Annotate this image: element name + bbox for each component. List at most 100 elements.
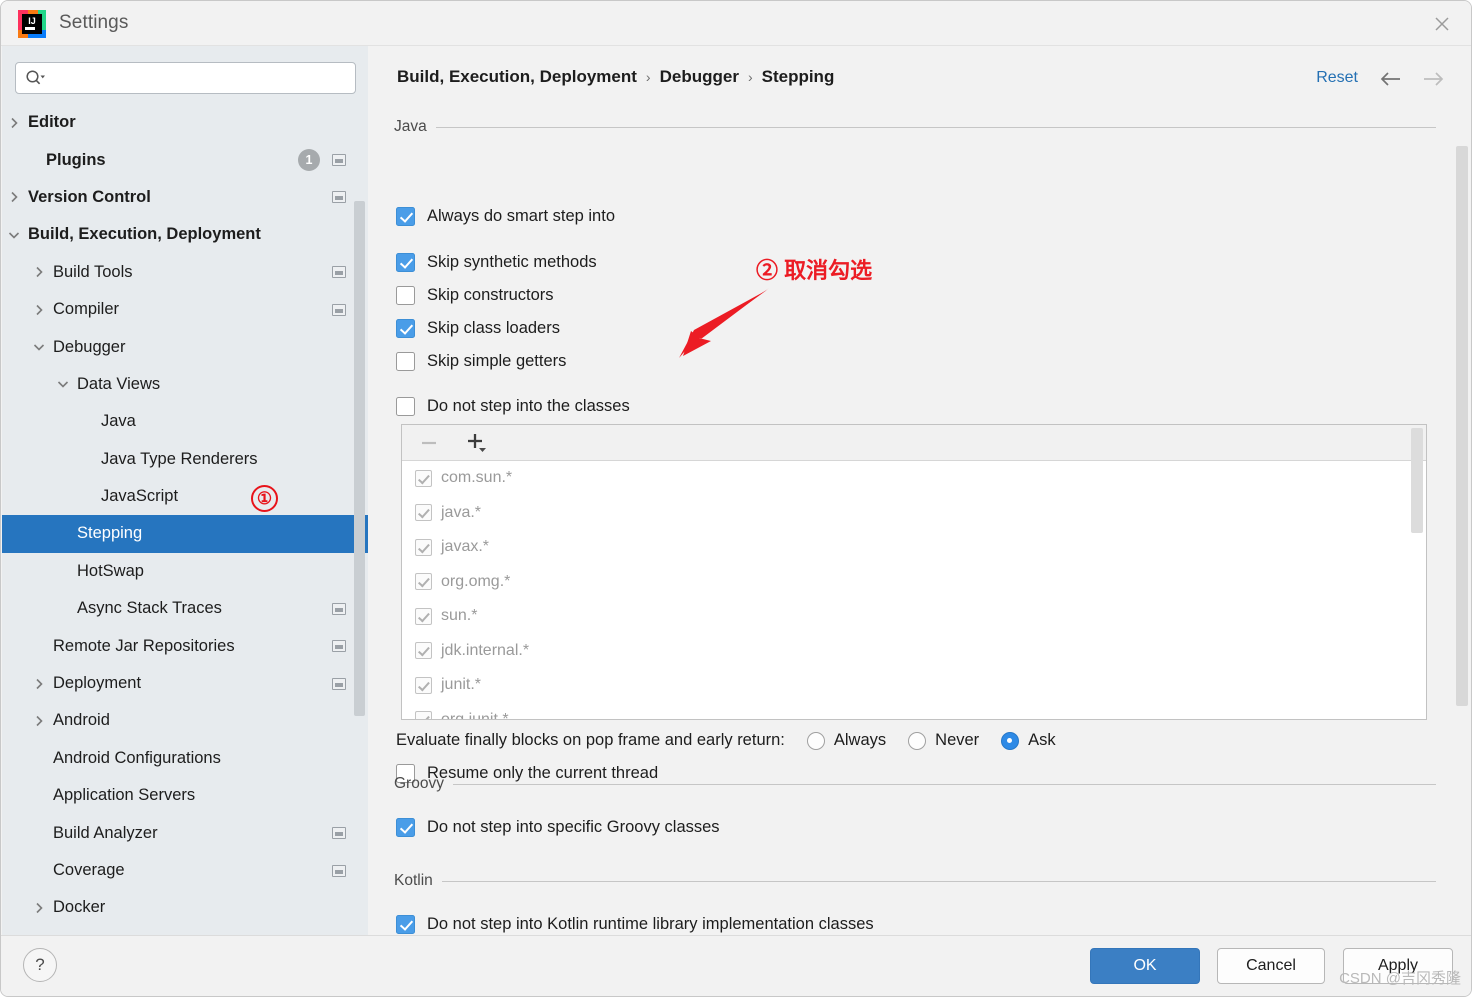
sidebar-item-coverage[interactable]: Coverage <box>2 852 368 889</box>
sidebar-item-label: Data Views <box>77 374 161 393</box>
radio-button <box>908 731 927 750</box>
sidebar-item-debugger[interactable]: Debugger <box>2 328 368 365</box>
search-input[interactable] <box>51 69 331 87</box>
list-item[interactable]: jdk.internal.* <box>402 634 1426 669</box>
checkbox-box[interactable] <box>415 607 432 625</box>
radio-button <box>806 731 825 750</box>
checkbox-box <box>396 286 415 305</box>
sidebar-item-build-execution-deployment[interactable]: Build, Execution, Deployment <box>2 216 368 253</box>
chevron-right-icon[interactable] <box>31 713 47 729</box>
ok-button[interactable]: OK <box>1090 948 1200 984</box>
help-button[interactable]: ? <box>23 948 57 982</box>
sidebar-item-hotswap[interactable]: HotSwap <box>2 553 368 590</box>
sidebar-item-docker[interactable]: Docker <box>2 889 368 926</box>
checkbox-box[interactable] <box>415 573 432 591</box>
list-item[interactable]: sun.* <box>402 599 1426 634</box>
chevron-right-icon[interactable] <box>6 115 22 131</box>
chevron-down-icon[interactable] <box>6 227 22 243</box>
plugin-marker-icon <box>332 154 346 167</box>
chevron-right-icon[interactable] <box>6 189 22 205</box>
java-option-skip-constructors-checkbox[interactable]: Skip constructors <box>396 286 554 305</box>
reset-link[interactable]: Reset <box>1316 69 1358 87</box>
list-item[interactable]: org.junit.* <box>402 703 1426 719</box>
settings-dialog: IJ Settings Editor Plugins 1 Version Con… <box>0 0 1472 997</box>
sidebar-item-label: Build Analyzer <box>53 823 158 842</box>
checkbox-box[interactable] <box>415 538 432 556</box>
svg-text:IJ: IJ <box>28 16 36 26</box>
sidebar-item-application-servers[interactable]: Application Servers <box>2 777 368 814</box>
sidebar-item-label: Java Type Renderers <box>101 449 258 468</box>
sidebar-item-stepping[interactable]: Stepping <box>2 515 368 553</box>
chevron-down-icon[interactable] <box>31 339 47 355</box>
checkbox-box[interactable] <box>415 676 432 694</box>
minus-icon[interactable] <box>416 431 442 455</box>
radio-button <box>1001 731 1020 750</box>
sidebar-item-plugins[interactable]: Plugins 1 <box>2 141 368 178</box>
list-item[interactable]: javax.* <box>402 530 1426 565</box>
sidebar-item-javascript[interactable]: JavaScript <box>2 478 368 515</box>
sidebar-item-android[interactable]: Android <box>2 702 368 739</box>
checkbox-box <box>396 915 415 934</box>
breadcrumb-segment: Stepping <box>761 67 835 86</box>
arrow-right-icon[interactable] <box>1420 68 1446 90</box>
list-item[interactable]: java.* <box>402 496 1426 531</box>
chevron-right-icon[interactable] <box>31 676 47 692</box>
kotlin-option-checkbox[interactable]: Do not step into Kotlin runtime library … <box>396 915 874 934</box>
list-item[interactable]: com.sun.* <box>402 461 1426 496</box>
list-item[interactable]: org.omg.* <box>402 565 1426 600</box>
sidebar-item-label: Version Control <box>28 187 151 206</box>
main-scrollbar[interactable] <box>1456 146 1468 706</box>
class-pattern-label: java.* <box>441 503 482 521</box>
java-option-label: Skip synthetic methods <box>427 253 597 271</box>
sidebar-item-label: Application Servers <box>53 786 196 805</box>
sidebar-item-java[interactable]: Java <box>2 403 368 440</box>
sidebar-item-version-control[interactable]: Version Control <box>2 179 368 216</box>
radio-ask[interactable]: Ask <box>1001 731 1056 750</box>
radio-always[interactable]: Always <box>806 731 886 750</box>
sidebar-item-remote-jar-repositories[interactable]: Remote Jar Repositories <box>2 627 368 664</box>
list-scrollbar[interactable] <box>1411 428 1423 533</box>
checkbox-box[interactable] <box>415 469 432 487</box>
java-option-skip-simple-getters-checkbox[interactable]: Skip simple getters <box>396 352 566 371</box>
chevron-down-icon[interactable] <box>55 376 71 392</box>
sidebar-item-label: Android Configurations <box>53 748 221 767</box>
checkbox-box[interactable] <box>415 504 432 522</box>
window-title: Settings <box>59 12 129 33</box>
sidebar-item-async-stack-traces[interactable]: Async Stack Traces <box>2 590 368 627</box>
arrow-left-icon[interactable] <box>1378 68 1404 90</box>
radio-never[interactable]: Never <box>908 731 979 750</box>
checkbox-box[interactable] <box>415 711 432 719</box>
sidebar-item-label: Stepping <box>77 524 143 543</box>
groovy-option-checkbox[interactable]: Do not step into specific Groovy classes <box>396 818 720 837</box>
sidebar-item-deployment[interactable]: Deployment <box>2 665 368 702</box>
java-option-label: Skip class loaders <box>427 319 560 337</box>
close-icon[interactable] <box>1411 1 1471 46</box>
sidebar-scrollbar[interactable] <box>354 201 365 716</box>
section-kotlin: Kotlin <box>394 872 1436 890</box>
checkbox-box <box>396 253 415 272</box>
search-icon <box>25 69 45 87</box>
section-kotlin-label: Kotlin <box>394 872 433 889</box>
plus-dropdown-icon[interactable] <box>464 431 490 455</box>
sidebar-item-java-type-renderers[interactable]: Java Type Renderers <box>2 441 368 478</box>
java-option-skip-synthetic-methods-checkbox[interactable]: Skip synthetic methods <box>396 253 597 272</box>
java-option-skip-class-loaders-checkbox[interactable]: Skip class loaders <box>396 319 560 338</box>
chevron-right-icon[interactable] <box>31 900 47 916</box>
sidebar-item-build-tools[interactable]: Build Tools <box>2 254 368 291</box>
dialog-footer: ? OK Cancel Apply <box>1 935 1471 996</box>
chevron-right-icon[interactable] <box>31 264 47 280</box>
java-option-always-do-smart-step-into-checkbox[interactable]: Always do smart step into <box>396 207 615 226</box>
sidebar-item-android-configurations[interactable]: Android Configurations <box>2 740 368 777</box>
sidebar-item-data-views[interactable]: Data Views <box>2 366 368 403</box>
sidebar-item-editor[interactable]: Editor <box>2 104 368 141</box>
search-field[interactable] <box>15 62 356 94</box>
cancel-button[interactable]: Cancel <box>1217 948 1325 984</box>
sidebar-item-build-analyzer[interactable]: Build Analyzer <box>2 814 368 851</box>
checkbox-box[interactable] <box>415 642 432 660</box>
chevron-right-icon[interactable] <box>31 302 47 318</box>
java-option-do-not-step-into-the-classes-checkbox[interactable]: Do not step into the classes <box>396 397 630 416</box>
plugin-marker-icon <box>332 602 346 615</box>
list-item[interactable]: junit.* <box>402 668 1426 703</box>
plugin-marker-icon <box>332 640 346 653</box>
sidebar-item-compiler[interactable]: Compiler <box>2 291 368 328</box>
